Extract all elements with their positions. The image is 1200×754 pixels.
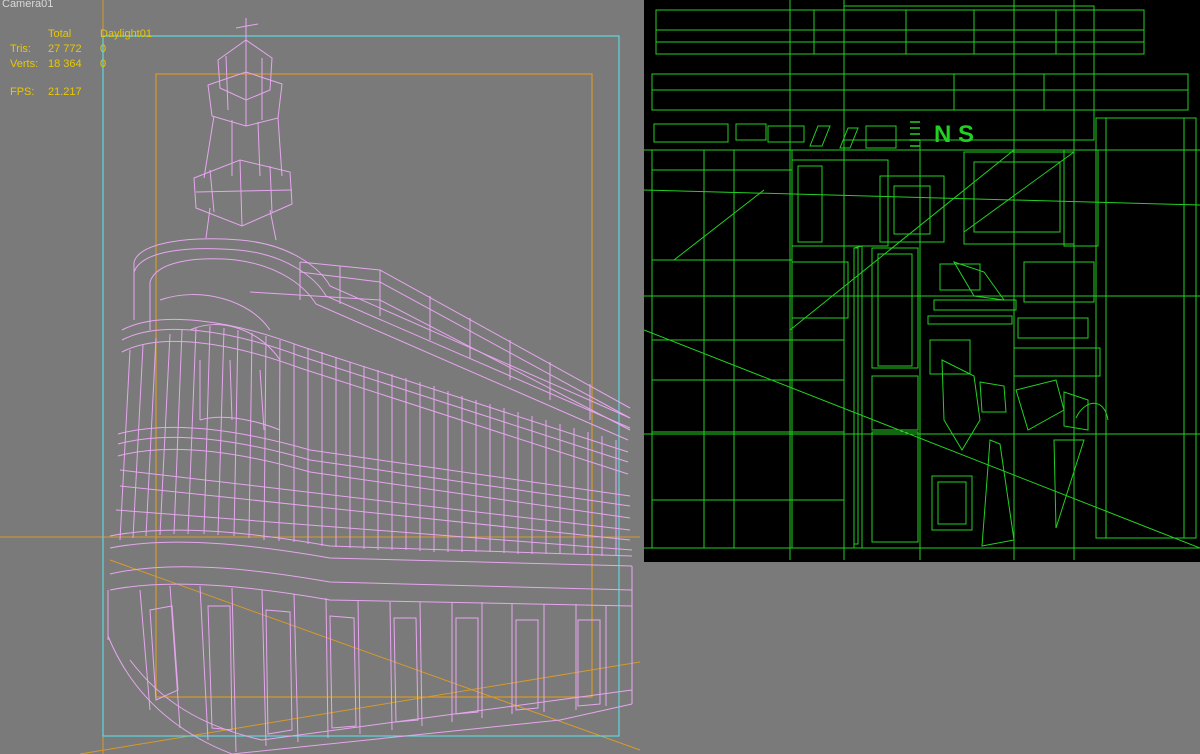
stats-header-total: Total: [48, 28, 72, 40]
stats-tris-total: 27 772: [48, 43, 82, 55]
stats-tris-label: Tris:: [10, 43, 31, 55]
stats-tris-selected: 0: [100, 43, 107, 55]
stats-verts-label: Verts:: [10, 58, 39, 70]
stats-header-selected: Daylight01: [100, 28, 152, 40]
building-wireframe[interactable]: [107, 18, 633, 754]
stats-fps-label: FPS:: [10, 86, 35, 98]
stats-verts-total: 18 364: [48, 58, 82, 70]
viewport-label[interactable]: Camera01: [2, 0, 53, 10]
uv-letters: N S: [934, 121, 974, 148]
stats-fps-value: 21.217: [48, 86, 82, 98]
camera-viewport[interactable]: Camera01 Total Daylight01 Tris: 27 772 0…: [0, 0, 1200, 754]
uv-texture-panel[interactable]: N S: [644, 0, 1200, 562]
stats-verts-selected: 0: [100, 58, 107, 70]
safe-frame-outer: [102, 35, 620, 737]
